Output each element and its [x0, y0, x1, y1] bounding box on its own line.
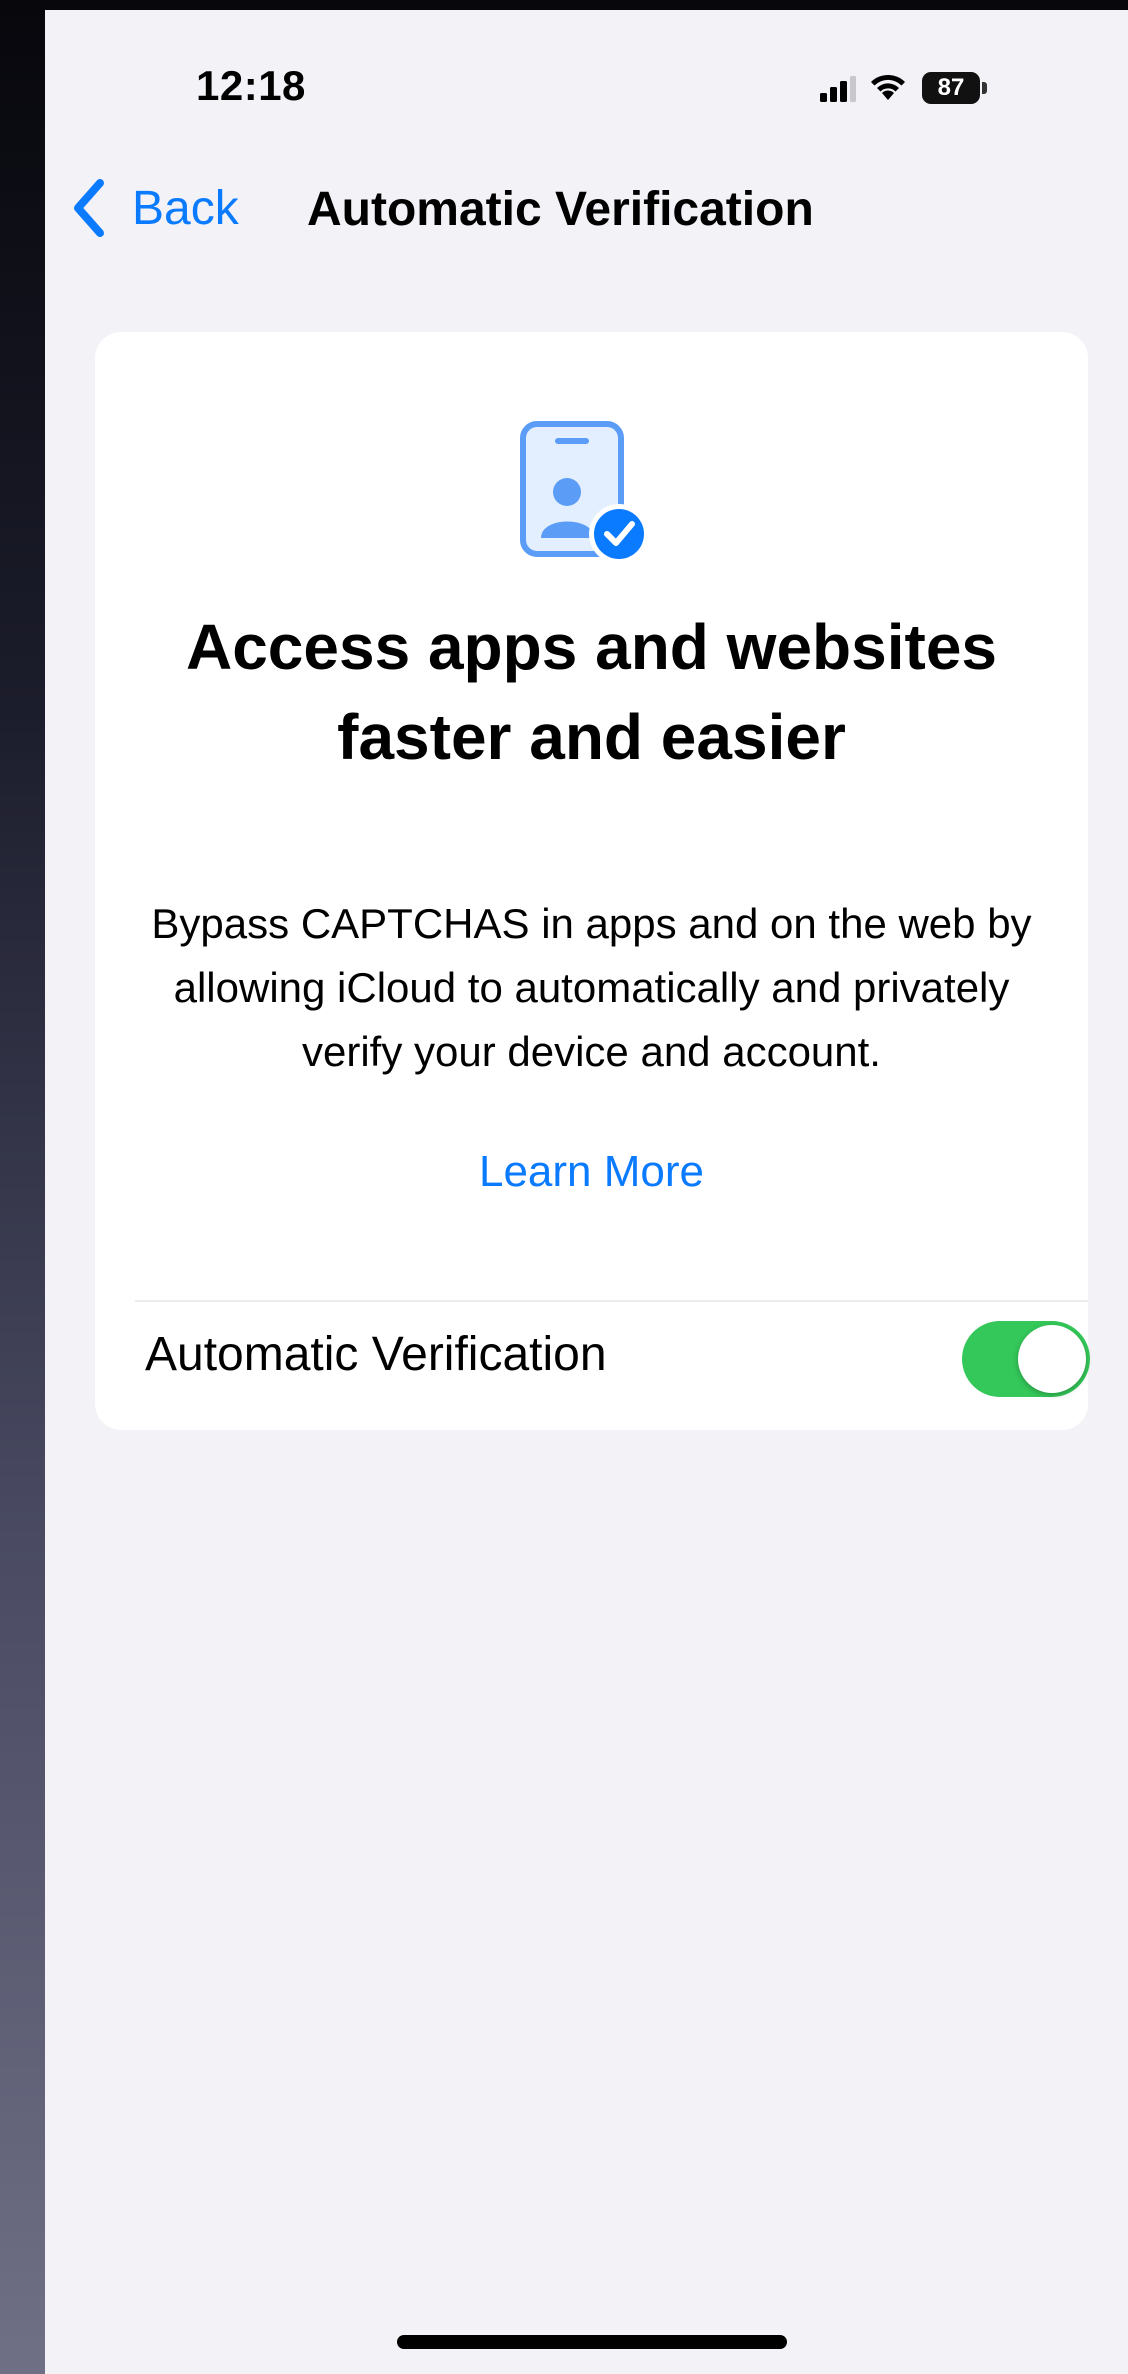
battery-indicator: 87 — [922, 72, 990, 104]
learn-more-link[interactable]: Learn More — [95, 1147, 1088, 1197]
settings-screen: 12:18 87 Back Automatic Verification Acc… — [45, 10, 1128, 2374]
description-text: Bypass CAPTCHAS in apps and on the web b… — [151, 900, 1032, 1075]
battery-tip — [982, 82, 987, 94]
cellular-signal-icon — [820, 76, 856, 102]
person-badge-checkmark-icon — [520, 421, 649, 564]
toggle-label: Automatic Verification — [145, 1328, 607, 1381]
divider — [135, 1300, 1088, 1302]
home-indicator[interactable] — [397, 2335, 787, 2349]
wifi-icon — [871, 74, 905, 100]
toggle-knob — [1018, 1325, 1086, 1393]
battery-level: 87 — [937, 74, 965, 101]
verification-card: Access apps and websites faster and easi… — [95, 332, 1090, 1430]
status-time: 12:18 — [196, 62, 306, 109]
chevron-left-icon — [74, 179, 104, 237]
back-button[interactable]: Back — [70, 168, 239, 248]
automatic-verification-toggle[interactable] — [962, 1321, 1090, 1397]
back-label: Back — [132, 181, 239, 235]
page-title: Automatic Verification — [307, 183, 814, 236]
headline: Access apps and websites faster and easi… — [185, 611, 998, 773]
